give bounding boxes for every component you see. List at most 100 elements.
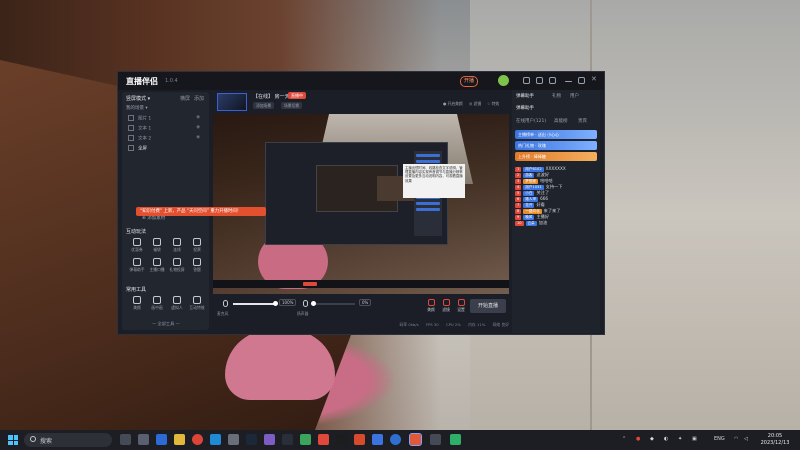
- vip-tab[interactable]: 贵宾: [578, 118, 587, 124]
- steam-icon[interactable]: [246, 434, 257, 445]
- message-icon[interactable]: [549, 77, 556, 84]
- checkbox[interactable]: [128, 125, 134, 131]
- chat-app-icon[interactable]: [156, 434, 167, 445]
- beauty-toggle[interactable]: ● 开启美颜: [443, 101, 463, 107]
- source-row[interactable]: 文本 1 ◉: [128, 125, 200, 133]
- language-indicator[interactable]: ENG: [714, 436, 725, 442]
- tab-gifts[interactable]: 礼物: [552, 93, 561, 99]
- danmaku-tool[interactable]: 弹幕助手: [128, 258, 146, 274]
- app-icon[interactable]: [354, 434, 365, 445]
- app-icon[interactable]: [372, 434, 383, 445]
- start-live-button[interactable]: 开始直播: [470, 299, 506, 313]
- add-scene-button[interactable]: 添加场景: [253, 102, 275, 109]
- mic-volume-value[interactable]: 100%: [279, 299, 297, 306]
- speaker-volume-knob[interactable]: [311, 301, 316, 306]
- all-tools-link[interactable]: — 全部工具 —: [152, 321, 180, 327]
- connect-tool[interactable]: 连线: [168, 238, 186, 254]
- mode-select[interactable]: 竖屏模式 ▾: [126, 95, 150, 102]
- taskbar-search[interactable]: 搜索: [24, 433, 112, 447]
- tab-danmaku[interactable]: 弹幕助手: [516, 93, 534, 99]
- settings-icon[interactable]: [536, 77, 543, 84]
- voice-tool[interactable]: 主播口播: [148, 258, 166, 274]
- live-badge[interactable]: 开播: [460, 76, 479, 87]
- edge-icon[interactable]: [210, 434, 221, 445]
- checkbox[interactable]: [128, 145, 134, 151]
- tray-app-icon[interactable]: ▣: [692, 436, 697, 442]
- capcut-icon[interactable]: [336, 434, 347, 445]
- scene-thumbnail[interactable]: [217, 93, 247, 111]
- effects-tool[interactable]: 互动特效: [188, 296, 206, 312]
- announcement-banner[interactable]: “知识付费” 上新，产品 “天问空间” 重力开播时间！: [136, 207, 266, 216]
- speaker-volume-slider[interactable]: [311, 301, 355, 306]
- mic-volume-slider[interactable]: [233, 301, 278, 306]
- source-row[interactable]: 全屏: [128, 145, 200, 153]
- checkbox[interactable]: [128, 115, 134, 121]
- gift-screen-tool[interactable]: 礼物投屏: [168, 258, 186, 274]
- live-preview[interactable]: 主播出镜时间、线路检查文字说明，管理直播内容实现声音调节与直播分辨率设置及更多互…: [213, 114, 509, 294]
- tray-app-icon[interactable]: ✦: [678, 436, 682, 442]
- source-row[interactable]: 图片 1 ◉: [128, 115, 200, 123]
- filter-toggle[interactable]: ◎ 滤镜: [469, 101, 481, 107]
- checkbox[interactable]: [128, 135, 134, 141]
- switch-scene-button[interactable]: 场景切换: [281, 102, 303, 109]
- tray-app-icon[interactable]: ◆: [650, 436, 654, 442]
- tray-app-icon[interactable]: ●: [636, 436, 640, 442]
- speaker-volume-value[interactable]: 0%: [359, 299, 372, 306]
- headset-icon[interactable]: [523, 77, 530, 84]
- coupon-tool[interactable]: 优惠券: [128, 238, 146, 254]
- rank-tab[interactable]: 高能榜: [554, 118, 568, 124]
- app-icon[interactable]: [430, 434, 441, 445]
- maximize-icon[interactable]: [578, 77, 585, 84]
- tab-add[interactable]: 添加: [194, 95, 204, 102]
- app-icon[interactable]: [390, 434, 401, 445]
- start-button[interactable]: [8, 435, 18, 445]
- speaker-icon[interactable]: [303, 300, 308, 307]
- source-row[interactable]: 文本 2 ◉: [128, 135, 200, 143]
- pip-tool[interactable]: 画中画: [148, 296, 166, 312]
- tab-users[interactable]: 用户: [570, 93, 579, 99]
- minimize-icon[interactable]: [565, 81, 572, 82]
- vote-tool[interactable]: 投票: [188, 238, 206, 254]
- avatar[interactable]: [498, 75, 509, 86]
- volume-icon[interactable]: ◁: [744, 436, 748, 442]
- live-studio-taskbar-icon[interactable]: [409, 433, 422, 446]
- nested-preview: [316, 165, 427, 212]
- app-icon[interactable]: [450, 434, 461, 445]
- gift-banner[interactable]: 上升榜 · 棒棒糖: [515, 152, 597, 161]
- gift-banner[interactable]: 热门礼物 · 玫瑰: [515, 141, 597, 150]
- chrome-icon[interactable]: [192, 434, 203, 445]
- settings-action[interactable]: 设置: [454, 299, 468, 313]
- app-icon[interactable]: [264, 434, 275, 445]
- tab-scene[interactable]: 横屏: [180, 95, 190, 102]
- wifi-icon[interactable]: ◠: [734, 436, 738, 442]
- message-text: 这波好: [536, 172, 550, 177]
- app-icon[interactable]: [318, 434, 329, 445]
- beauty-tool[interactable]: 美颜: [128, 296, 146, 312]
- effect-toggle[interactable]: ☆ 特效: [487, 101, 499, 107]
- eye-icon[interactable]: ◉: [196, 125, 200, 130]
- widgets-icon[interactable]: [138, 434, 149, 445]
- chat-message[interactable]: 10 云朵 加油: [515, 220, 597, 226]
- eye-icon[interactable]: ◉: [196, 115, 200, 120]
- task-view-icon[interactable]: [120, 434, 131, 445]
- eye-icon[interactable]: ◉: [196, 135, 200, 140]
- tray-app-icon[interactable]: ◐: [664, 436, 668, 442]
- quiz-tool[interactable]: 答题: [188, 258, 206, 274]
- gift-banner[interactable]: 主播榜单 · 送出 小心心: [515, 130, 597, 139]
- close-icon[interactable]: ✕: [591, 76, 598, 83]
- online-users-tab[interactable]: 在线用户(121): [516, 118, 546, 124]
- clock[interactable]: 20:05 2023/12/13: [755, 433, 795, 447]
- file-explorer-icon[interactable]: [174, 434, 185, 445]
- beauty-action[interactable]: 美颜: [424, 299, 438, 313]
- filter-action[interactable]: 滤镜: [439, 299, 453, 313]
- app-icon[interactable]: [300, 434, 311, 445]
- sources-header[interactable]: 我的场景 ▾: [126, 105, 148, 111]
- mic-icon[interactable]: [223, 300, 228, 307]
- status-fps: FPS 30: [425, 322, 439, 327]
- mic-volume-knob[interactable]: [273, 301, 278, 306]
- tray-chevron-icon[interactable]: ⌃: [622, 436, 626, 442]
- avatar-tool[interactable]: 虚拟人: [168, 296, 186, 312]
- lucky-bag-tool[interactable]: 福袋: [148, 238, 166, 254]
- settings-app-icon[interactable]: [228, 434, 239, 445]
- app-icon[interactable]: [282, 434, 293, 445]
